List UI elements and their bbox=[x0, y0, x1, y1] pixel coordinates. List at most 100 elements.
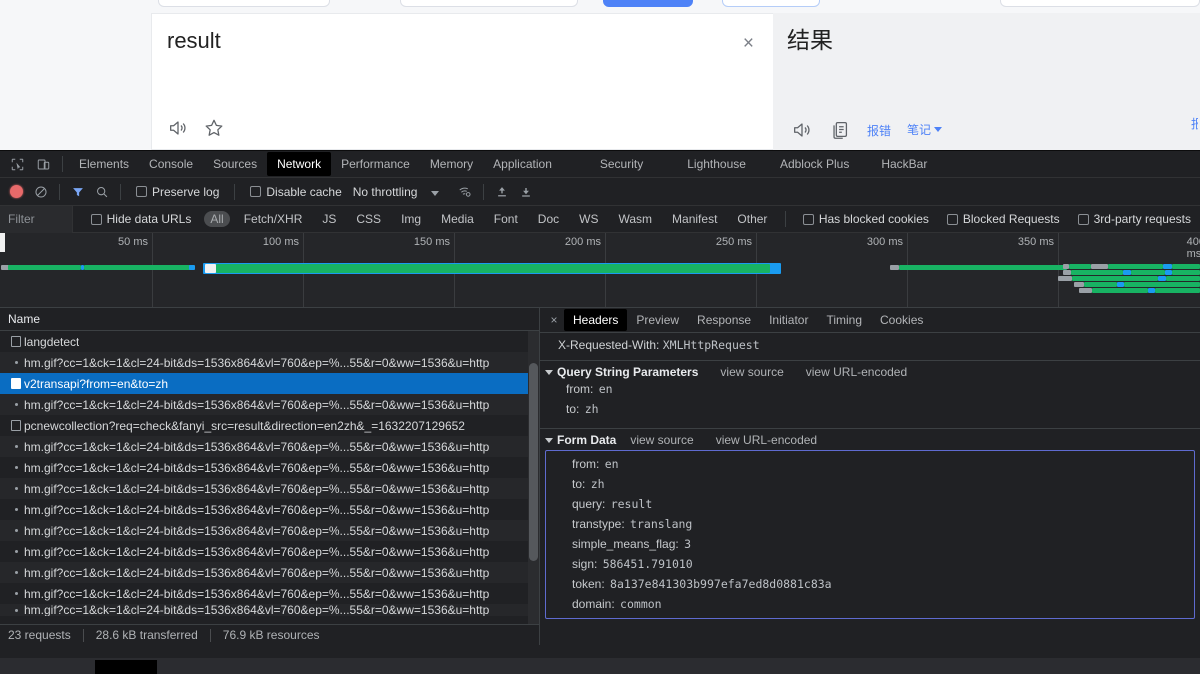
column-header-name[interactable]: Name bbox=[0, 308, 539, 331]
tab-application[interactable]: Application bbox=[483, 152, 562, 176]
request-name: hm.gif?cc=1&ck=1&cl=24-bit&ds=1536x864&v… bbox=[24, 604, 490, 616]
table-row[interactable]: hm.gif?cc=1&ck=1&cl=24-bit&ds=1536x864&v… bbox=[0, 499, 539, 520]
triangle-down-icon[interactable] bbox=[545, 437, 553, 443]
blocked-requests-checkbox[interactable]: Blocked Requests bbox=[946, 212, 1060, 226]
ruler-tick-200: 200 ms bbox=[564, 236, 601, 248]
clear-icon[interactable] bbox=[29, 181, 53, 203]
table-row[interactable]: hm.gif?cc=1&ck=1&cl=24-bit&ds=1536x864&v… bbox=[0, 562, 539, 583]
tab-adblock-plus[interactable]: Adblock Plus bbox=[770, 152, 859, 176]
tab-console[interactable]: Console bbox=[139, 152, 203, 176]
tab-lighthouse[interactable]: Lighthouse bbox=[677, 152, 756, 176]
type-filter-font[interactable]: Font bbox=[488, 211, 524, 227]
tab-memory[interactable]: Memory bbox=[420, 152, 483, 176]
view-source-link[interactable]: view source bbox=[630, 433, 693, 447]
tab-hackbar[interactable]: HackBar bbox=[871, 152, 937, 176]
disable-cache-checkbox[interactable]: Disable cache bbox=[250, 185, 342, 199]
top-secondary-button[interactable] bbox=[722, 0, 820, 7]
tab-timing[interactable]: Timing bbox=[817, 309, 871, 331]
table-row[interactable]: hm.gif?cc=1&ck=1&cl=24-bit&ds=1536x864&v… bbox=[0, 457, 539, 478]
record-button[interactable] bbox=[10, 185, 23, 198]
hide-data-urls-checkbox[interactable]: Hide data URLs bbox=[90, 212, 191, 226]
device-toolbar-icon[interactable] bbox=[30, 152, 56, 176]
view-url-encoded-link[interactable]: view URL-encoded bbox=[806, 365, 907, 379]
form-param: simple_means_flag: 3 bbox=[546, 534, 1194, 554]
type-filter-css[interactable]: CSS bbox=[350, 211, 387, 227]
inspect-element-icon[interactable] bbox=[4, 152, 30, 176]
table-row-selected[interactable]: v2transapi?from=en&to=zh bbox=[0, 373, 539, 394]
table-row[interactable]: hm.gif?cc=1&ck=1&cl=24-bit&ds=1536x864&v… bbox=[0, 541, 539, 562]
filter-input[interactable]: Filter bbox=[0, 205, 73, 233]
type-filter-other[interactable]: Other bbox=[731, 211, 773, 227]
overview-bar bbox=[1166, 276, 1200, 281]
table-row[interactable]: hm.gif?cc=1&ck=1&cl=24-bit&ds=1536x864&v… bbox=[0, 520, 539, 541]
browser-page: result × 结果 报错 笔记 报 bbox=[0, 0, 1200, 150]
preserve-log-checkbox[interactable]: Preserve log bbox=[136, 185, 219, 199]
import-har-icon[interactable] bbox=[490, 181, 514, 203]
devtools-tabbar: Elements Console Sources Network Perform… bbox=[0, 151, 1200, 178]
top-select-1[interactable] bbox=[158, 0, 330, 7]
param-key: query: bbox=[572, 497, 606, 511]
triangle-down-icon[interactable] bbox=[545, 369, 553, 375]
view-source-link[interactable]: view source bbox=[720, 365, 783, 379]
top-primary-button[interactable] bbox=[603, 0, 693, 7]
table-row[interactable]: langdetect bbox=[0, 331, 539, 352]
filter-icon[interactable] bbox=[66, 181, 90, 203]
overview-bar bbox=[1117, 282, 1124, 287]
star-icon[interactable] bbox=[203, 117, 225, 139]
tab-security[interactable]: Security bbox=[590, 152, 653, 176]
table-row[interactable]: hm.gif?cc=1&ck=1&cl=24-bit&ds=1536x864&v… bbox=[0, 583, 539, 604]
top-select-3[interactable] bbox=[1000, 0, 1200, 7]
form-data-section-header[interactable]: Form Data view source view URL-encoded bbox=[540, 433, 1200, 447]
type-filter-ws[interactable]: WS bbox=[573, 211, 604, 227]
type-filter-wasm[interactable]: Wasm bbox=[612, 211, 658, 227]
result-speaker-icon[interactable] bbox=[791, 119, 813, 141]
query-string-section-header[interactable]: Query String Parameters view source view… bbox=[540, 365, 1200, 379]
network-overview-timeline[interactable]: 50 ms 100 ms 150 ms 200 ms 250 ms 300 ms… bbox=[0, 233, 1200, 308]
notes-dropdown[interactable]: 笔记 bbox=[907, 121, 943, 139]
type-filter-all[interactable]: All bbox=[204, 211, 230, 227]
type-filter-js[interactable]: JS bbox=[316, 211, 342, 227]
type-filter-img[interactable]: Img bbox=[395, 211, 427, 227]
tab-elements[interactable]: Elements bbox=[69, 152, 139, 176]
ruler-tick-250: 250 ms bbox=[715, 236, 752, 248]
speaker-icon[interactable] bbox=[167, 117, 189, 139]
overview-left-handle[interactable] bbox=[0, 233, 5, 252]
tab-sources[interactable]: Sources bbox=[203, 152, 267, 176]
table-row[interactable]: hm.gif?cc=1&ck=1&cl=24-bit&ds=1536x864&v… bbox=[0, 604, 539, 616]
tab-headers[interactable]: Headers bbox=[564, 309, 628, 331]
top-select-2[interactable] bbox=[400, 0, 578, 7]
request-name: hm.gif?cc=1&ck=1&cl=24-bit&ds=1536x864&v… bbox=[24, 586, 490, 601]
export-har-icon[interactable] bbox=[514, 181, 538, 203]
type-filter-doc[interactable]: Doc bbox=[532, 211, 565, 227]
tab-response[interactable]: Response bbox=[688, 309, 760, 331]
report-error-link[interactable]: 报错 bbox=[867, 122, 891, 139]
tab-cookies[interactable]: Cookies bbox=[871, 309, 932, 331]
taskbar-window-tile[interactable] bbox=[95, 660, 157, 674]
request-name: pcnewcollection?req=check&fanyi_src=resu… bbox=[24, 418, 465, 433]
third-party-requests-checkbox[interactable]: 3rd-party requests bbox=[1077, 212, 1191, 226]
tab-performance[interactable]: Performance bbox=[331, 152, 420, 176]
throttling-select[interactable]: No throttling bbox=[353, 185, 440, 199]
table-row[interactable]: hm.gif?cc=1&ck=1&cl=24-bit&ds=1536x864&v… bbox=[0, 394, 539, 415]
copy-icon[interactable] bbox=[829, 119, 851, 141]
tab-initiator[interactable]: Initiator bbox=[760, 309, 817, 331]
type-filter-manifest[interactable]: Manifest bbox=[666, 211, 723, 227]
close-icon[interactable]: × bbox=[544, 313, 564, 327]
overview-bar bbox=[205, 264, 216, 273]
request-list-scrollbar[interactable] bbox=[528, 331, 539, 624]
search-icon[interactable] bbox=[90, 181, 114, 203]
view-url-encoded-link[interactable]: view URL-encoded bbox=[716, 433, 817, 447]
table-row[interactable]: hm.gif?cc=1&ck=1&cl=24-bit&ds=1536x864&v… bbox=[0, 352, 539, 373]
tab-network[interactable]: Network bbox=[267, 152, 332, 176]
has-blocked-cookies-checkbox[interactable]: Has blocked cookies bbox=[802, 212, 929, 226]
network-conditions-icon[interactable] bbox=[453, 181, 477, 203]
table-row[interactable]: hm.gif?cc=1&ck=1&cl=24-bit&ds=1536x864&v… bbox=[0, 436, 539, 457]
type-filter-fetch-xhr[interactable]: Fetch/XHR bbox=[238, 211, 309, 227]
scrollbar-thumb[interactable] bbox=[529, 363, 538, 561]
type-filter-media[interactable]: Media bbox=[435, 211, 480, 227]
clear-source-icon[interactable]: × bbox=[743, 34, 754, 53]
table-row[interactable]: pcnewcollection?req=check&fanyi_src=resu… bbox=[0, 415, 539, 436]
tab-preview[interactable]: Preview bbox=[627, 309, 688, 331]
dot-icon bbox=[8, 592, 24, 595]
table-row[interactable]: hm.gif?cc=1&ck=1&cl=24-bit&ds=1536x864&v… bbox=[0, 478, 539, 499]
